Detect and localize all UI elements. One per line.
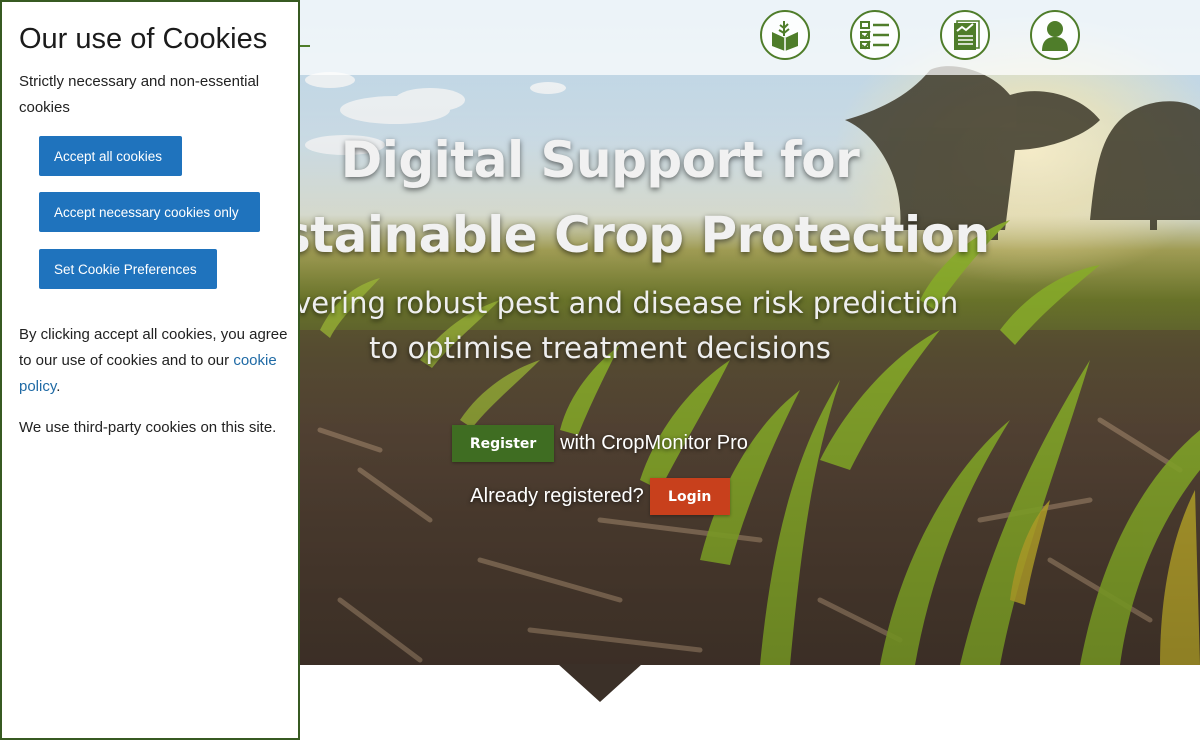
cookie-panel-subtitle: Strictly necessary and non-essential coo…: [19, 73, 260, 116]
scroll-down-notch: [558, 664, 642, 702]
cookie-panel-title: Our use of Cookies: [19, 23, 268, 55]
checklist-glyph: [860, 21, 889, 50]
checklist-icon[interactable]: [850, 10, 900, 60]
report-chart-icon[interactable]: [940, 10, 990, 60]
cookie-consent-text: By clicking accept all cookies, you agre…: [19, 322, 289, 400]
already-registered-text: Already registered?: [470, 485, 644, 507]
user-profile-icon[interactable]: [1030, 10, 1080, 60]
crop-book-icon[interactable]: [760, 10, 810, 60]
register-suffix-text: with CropMonitor Pro: [560, 432, 748, 454]
crop-book-glyph: [772, 21, 798, 51]
report-chart-glyph: [954, 20, 980, 50]
third-party-cookies-text: We use third-party cookies on this site.: [19, 419, 277, 436]
cookie-consent-panel: Our use of Cookies Strictly necessary an…: [0, 0, 300, 740]
logo-fragment: [299, 45, 310, 47]
consent-suffix: .: [56, 378, 61, 395]
login-button[interactable]: Login: [649, 478, 730, 515]
accept-all-cookies-button[interactable]: Accept all cookies: [39, 136, 182, 176]
set-cookie-preferences-button[interactable]: Set Cookie Preferences: [39, 249, 217, 289]
register-button[interactable]: Register: [452, 425, 555, 462]
user-profile-glyph: [1042, 21, 1068, 51]
accept-necessary-cookies-button[interactable]: Accept necessary cookies only: [39, 192, 260, 232]
